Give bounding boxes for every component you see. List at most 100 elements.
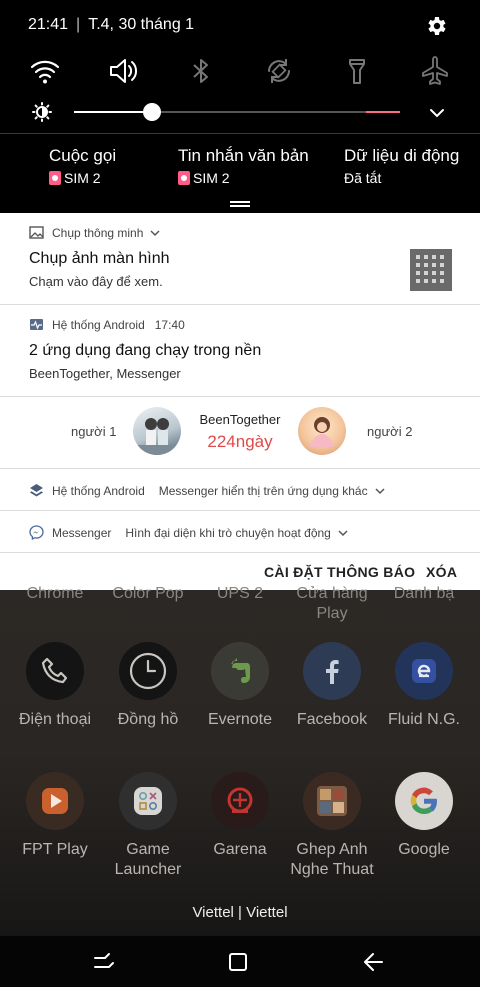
brightness-knob[interactable]: [143, 103, 162, 121]
screenshot-thumbnail[interactable]: [410, 249, 452, 291]
sim-item-calls[interactable]: Cuộc gọi SIM 2: [49, 146, 116, 186]
notification-text: BeenTogether, Messenger: [29, 366, 181, 381]
airplane-icon[interactable]: [418, 54, 452, 88]
brightness-icon: [32, 102, 52, 122]
fpt-play-icon: [26, 772, 84, 830]
app-dien-thoai[interactable]: Điện thoại: [9, 642, 101, 730]
notification-settings-button[interactable]: CÀI ĐẶT THÔNG BÁO: [264, 564, 415, 580]
sim-item-subtitle: SIM 2: [193, 170, 230, 186]
app-garena[interactable]: Garena: [194, 772, 286, 860]
app-label-faded: Color Pop: [112, 585, 184, 602]
app-label: Điện thoại: [18, 711, 92, 728]
carrier-label: Viettel | Viettel: [192, 904, 288, 921]
messenger-icon: [29, 525, 44, 540]
app-label: Facebook: [296, 711, 368, 728]
clear-all-button[interactable]: XÓA: [426, 564, 457, 580]
girl-photo-icon: [310, 417, 334, 447]
notification-app-name: Hệ thống Android: [52, 483, 145, 498]
home-screen: Chrome Color Pop UPS 2 Cửa hàng Play Dan…: [0, 585, 480, 987]
app-label: Đồng hồ: [117, 711, 179, 728]
notification-text: Hình đại diện khi trò chuyện hoạt động: [125, 525, 331, 540]
chevron-down-icon[interactable]: [374, 485, 386, 497]
notification-time: 17:40: [154, 317, 185, 332]
layers-icon: [30, 484, 43, 497]
sim-item-title: Cuộc gọi: [49, 146, 117, 165]
app-google[interactable]: Google: [378, 772, 470, 860]
notification-screenshot[interactable]: Chụp thông minh Chụp ảnh màn hình Chạm v…: [0, 213, 480, 305]
fluid-ng-icon: [395, 642, 453, 700]
app-label: Game Launcher: [114, 841, 182, 878]
notification-messenger[interactable]: Messenger Hình đại diện khi trò chuyện h…: [0, 511, 480, 553]
notification-title: 2 ứng dụng đang chạy trong nền: [29, 342, 262, 359]
status-bar: 21:41 | T.4, 30 tháng 1: [28, 16, 194, 34]
sim-item-messages[interactable]: Tin nhắn văn bản SIM 2: [178, 146, 309, 186]
app-fluid-ng[interactable]: Fluid N.G.: [378, 642, 470, 730]
notification-title: Chụp ảnh màn hình: [29, 250, 170, 267]
brightness-slider[interactable]: [74, 111, 400, 113]
game-launcher-icon: [119, 772, 177, 830]
app-label: FPT Play: [22, 841, 88, 858]
status-time: 21:41: [28, 16, 69, 33]
status-separator: |: [76, 16, 81, 33]
evernote-icon: [211, 642, 269, 700]
app-label-faded: Chrome: [26, 585, 84, 602]
notification-app-name: Messenger: [52, 525, 112, 540]
gear-icon[interactable]: [424, 14, 448, 38]
app-label: Fluid N.G.: [387, 711, 460, 728]
sim-item-title: Dữ liệu di động: [344, 146, 460, 165]
wifi-icon[interactable]: [28, 54, 62, 88]
app-game-launcher[interactable]: Game Launcher: [102, 772, 194, 880]
notification-android-overlay[interactable]: Hệ thống Android Messenger hiển thị trên…: [0, 469, 480, 511]
back-icon[interactable]: [360, 949, 386, 975]
recent-apps-icon[interactable]: [91, 949, 117, 975]
app-label: Evernote: [207, 711, 273, 728]
app-label-faded: UPS 2: [216, 585, 264, 602]
sim-item-subtitle: Đã tắt: [344, 170, 382, 186]
divider: [0, 133, 480, 134]
clock-icon: [119, 642, 177, 700]
home-button-icon[interactable]: [225, 949, 251, 975]
notification-text: Chạm vào đây để xem.: [29, 274, 163, 289]
app-fpt-play[interactable]: FPT Play: [9, 772, 101, 860]
brightness-auto-marker: [366, 111, 400, 113]
app-label: Google: [398, 841, 450, 858]
garena-icon: [211, 772, 269, 830]
sim-item-mobile-data[interactable]: Dữ liệu di động Đã tắt: [344, 146, 459, 186]
brightness-row: [0, 96, 480, 128]
avatar-person-2[interactable]: [298, 407, 346, 455]
notification-text: Messenger hiển thị trên ứng dụng khác: [158, 483, 368, 498]
app-ghep-anh[interactable]: Ghep Anh Nghe Thuat: [286, 772, 378, 880]
ghep-anh-icon: [303, 772, 361, 830]
bluetooth-icon[interactable]: [184, 54, 218, 88]
app-label: Ghep Anh Nghe Thuat: [290, 841, 374, 878]
navigation-bar: [0, 936, 480, 987]
app-label-faded: Danh bạ: [393, 585, 455, 602]
chevron-down-icon[interactable]: [337, 527, 349, 539]
status-date: T.4, 30 tháng 1: [88, 16, 195, 33]
app-facebook[interactable]: Facebook: [286, 642, 378, 730]
notification-android-background[interactable]: Hệ thống Android 17:40 2 ứng dụng đang c…: [0, 305, 480, 397]
chevron-down-icon[interactable]: [149, 227, 161, 239]
chevron-down-icon[interactable]: [426, 102, 448, 124]
app-dong-ho[interactable]: Đồng hồ: [102, 642, 194, 730]
notification-been-together[interactable]: người 1 BeenTogether 224ngày người 2: [0, 397, 480, 469]
facebook-icon: [303, 642, 361, 700]
google-icon: [395, 772, 453, 830]
flashlight-icon[interactable]: [340, 54, 374, 88]
sound-icon[interactable]: [106, 54, 140, 88]
sim-item-subtitle: SIM 2: [64, 170, 101, 186]
brightness-fill: [74, 111, 153, 113]
activity-icon: [30, 319, 43, 330]
app-label: Garena: [213, 841, 267, 858]
notification-app-name: Chụp thông minh: [52, 225, 144, 240]
phone-icon: [26, 642, 84, 700]
auto-rotate-icon[interactable]: [262, 54, 296, 88]
image-icon: [29, 226, 44, 239]
panel-drag-handle[interactable]: [230, 201, 250, 207]
sim-item-title: Tin nhắn văn bản: [178, 146, 309, 165]
notification-app-name: Hệ thống Android: [52, 317, 145, 332]
sim-badge-icon: [178, 171, 190, 185]
app-evernote[interactable]: Evernote: [194, 642, 286, 730]
sim-badge-icon: [49, 171, 61, 185]
quick-toggle-row: [0, 54, 480, 88]
